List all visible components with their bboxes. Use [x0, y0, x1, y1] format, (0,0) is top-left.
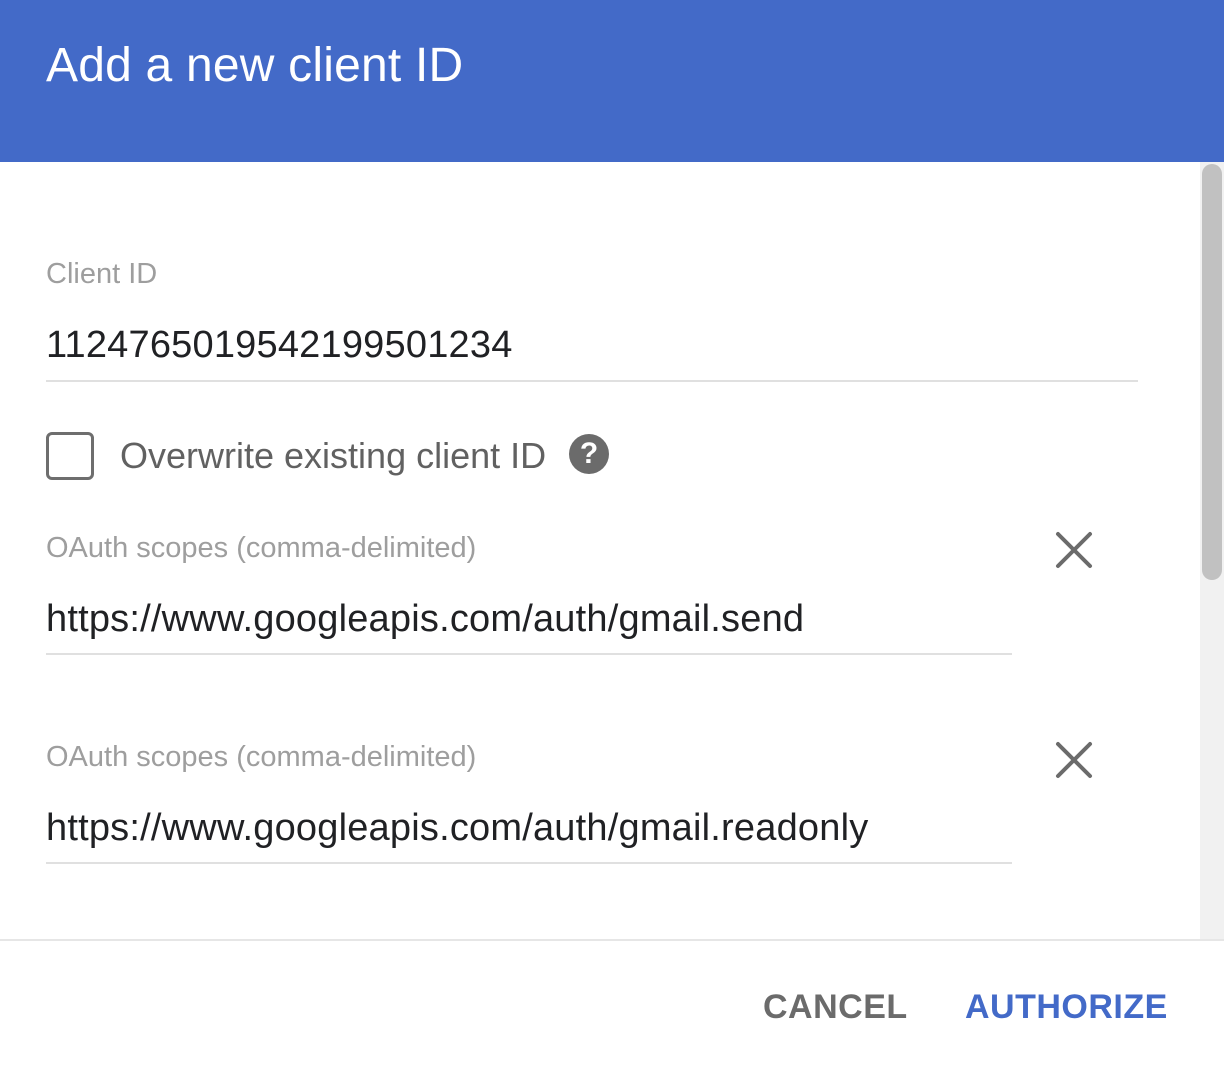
dialog-title: Add a new client ID	[46, 39, 464, 92]
scope-underline-1	[46, 653, 1012, 655]
scope-label-1: OAuth scopes (comma-delimited)	[46, 532, 477, 564]
add-client-id-dialog: Add a new client ID Client ID 1124765019…	[0, 0, 1224, 1068]
overwrite-checkbox[interactable]	[46, 432, 94, 480]
cancel-button[interactable]: CANCEL	[763, 985, 908, 1029]
help-icon[interactable]: ?	[569, 434, 609, 474]
client-id-label: Client ID	[46, 258, 158, 290]
dialog-content[interactable]: Client ID 1124765019542199501234 Overwri…	[0, 162, 1224, 940]
overwrite-checkbox-label[interactable]: Overwrite existing client ID	[120, 434, 546, 478]
scope-input-1[interactable]: https://www.googleapis.com/auth/gmail.se…	[46, 596, 804, 642]
client-id-input[interactable]: 1124765019542199501234	[46, 322, 513, 368]
client-id-underline	[46, 380, 1138, 382]
dialog-header: Add a new client ID	[0, 0, 1224, 162]
remove-scope-1-close-icon[interactable]	[1052, 528, 1096, 572]
scope-label-2: OAuth scopes (comma-delimited)	[46, 741, 477, 773]
scrollbar-thumb[interactable]	[1202, 164, 1222, 580]
authorize-button[interactable]: AUTHORIZE	[965, 985, 1168, 1029]
scope-underline-2	[46, 862, 1012, 864]
remove-scope-2-close-icon[interactable]	[1052, 738, 1096, 782]
scope-input-2[interactable]: https://www.googleapis.com/auth/gmail.re…	[46, 805, 868, 851]
dialog-footer: CANCEL AUTHORIZE	[0, 941, 1224, 1068]
